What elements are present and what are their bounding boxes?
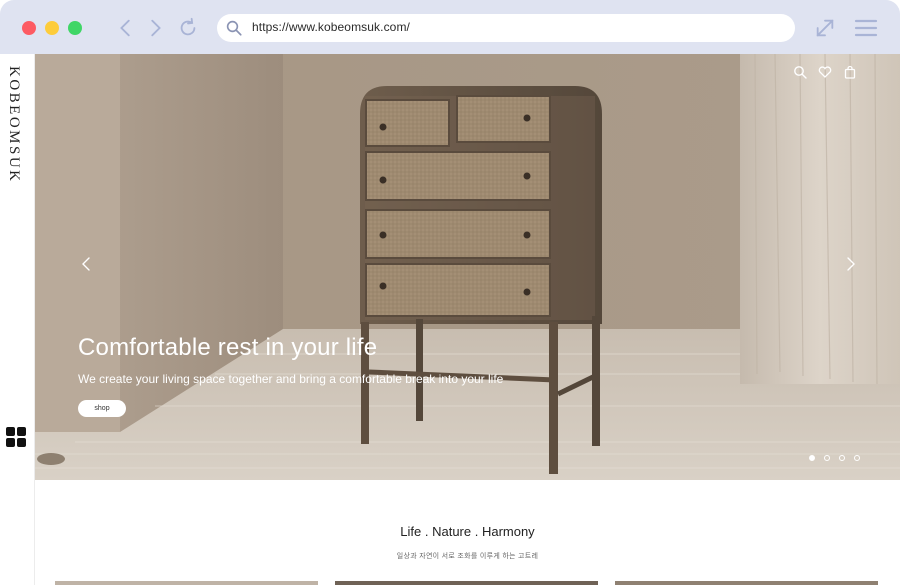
browser-window: https://www.kobeomsuk.com/ KOBEOMSUK Com… [0,0,900,585]
back-arrow-icon[interactable] [113,14,139,42]
maximize-window-button[interactable] [68,21,82,35]
shop-button[interactable]: shop [78,400,126,417]
chevron-left-icon[interactable] [78,252,94,276]
shopping-bag-icon[interactable] [843,65,857,79]
search-icon[interactable] [793,65,807,79]
section-tagline-korean: 일상과 자연이 서로 조화를 이루게 하는 고트레 [396,553,539,560]
hero-title: Comfortable rest in your life [78,334,378,361]
browser-toolbar: https://www.kobeomsuk.com/ [0,0,900,54]
product-thumbnail[interactable] [55,581,318,585]
forward-arrow-icon[interactable] [142,14,168,42]
section-tagline: Life . Nature . Harmony [400,524,535,539]
hero-image [35,54,900,480]
hero-banner: Comfortable rest in your life We create … [35,54,900,480]
slide-dot-1[interactable] [809,455,815,461]
reload-icon[interactable] [175,14,201,42]
slide-dot-3[interactable] [839,455,845,461]
expand-icon[interactable] [814,17,836,39]
url-text[interactable]: https://www.kobeomsuk.com/ [252,20,410,34]
chevron-right-icon[interactable] [843,252,859,276]
hero-subtitle: We create your living space together and… [78,372,504,386]
hero-header-icons [793,65,857,79]
slide-dot-4[interactable] [854,455,860,461]
grid-icon[interactable] [6,427,27,448]
page-viewport: KOBEOMSUK Comfortable rest in your life … [0,54,900,585]
slide-dot-2[interactable] [824,455,830,461]
search-icon [225,19,243,37]
address-bar[interactable]: https://www.kobeomsuk.com/ [217,14,795,42]
heart-icon[interactable] [818,65,832,79]
hamburger-menu-icon[interactable] [854,17,878,39]
close-window-button[interactable] [22,21,36,35]
side-navigation: KOBEOMSUK [0,54,35,585]
product-thumbnails [55,581,885,585]
product-thumbnail[interactable] [615,581,878,585]
brand-logo[interactable]: KOBEOMSUK [5,66,22,184]
minimize-window-button[interactable] [45,21,59,35]
product-thumbnail[interactable] [335,581,598,585]
slide-pagination [809,455,860,461]
